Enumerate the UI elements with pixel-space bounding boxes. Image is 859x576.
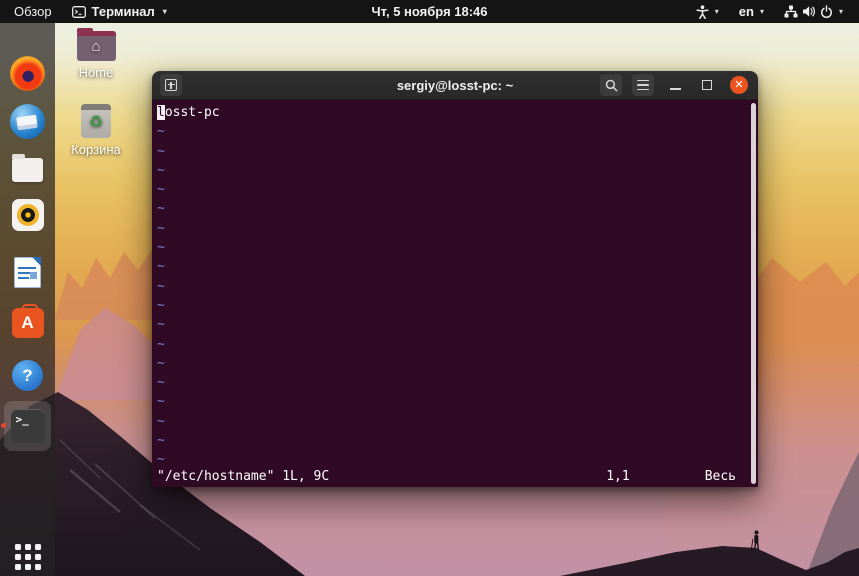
vim-tilde: ~	[157, 259, 165, 275]
home-folder-icon: ⌂	[76, 28, 116, 61]
accessibility-icon	[696, 4, 709, 19]
vim-cursor-position: 1,1	[606, 469, 630, 484]
minimize-button[interactable]	[664, 74, 686, 96]
volume-icon	[802, 5, 816, 18]
chevron-down-icon: ▾	[838, 7, 843, 16]
dock-item-terminal[interactable]: >_	[4, 401, 51, 451]
dock-item-firefox[interactable]	[0, 56, 55, 91]
dock-item-thunderbird[interactable]	[0, 104, 55, 139]
dock: A ? >_	[0, 23, 55, 576]
running-indicator	[1, 423, 6, 428]
thunderbird-icon	[10, 104, 45, 139]
ubuntu-software-icon: A	[11, 304, 44, 338]
power-icon	[820, 4, 833, 19]
libreoffice-writer-icon	[14, 257, 41, 288]
house-icon: ⌂	[91, 37, 101, 55]
vim-file-info: "/etc/hostname" 1L, 9C	[157, 469, 330, 484]
vim-scroll-indicator: Весь	[704, 469, 736, 484]
vim-tilde-lines: ~ ~ ~ ~ ~ ~ ~ ~ ~ ~ ~ ~ ~ ~ ~ ~ ~ ~	[157, 122, 758, 469]
maximize-icon	[702, 80, 712, 90]
files-icon	[12, 154, 43, 182]
vim-tilde: ~	[157, 201, 165, 217]
apps-grid-icon	[14, 544, 41, 570]
search-button[interactable]	[600, 74, 622, 96]
vim-line-1: losst-pc	[157, 103, 758, 122]
desktop-icon-label: Корзина	[71, 142, 121, 157]
dock-item-help[interactable]: ?	[0, 360, 55, 391]
vim-tilde: ~	[157, 220, 165, 236]
headerbar[interactable]: sergiy@losst-pc: ~ ✕	[152, 71, 758, 100]
firefox-icon	[10, 56, 45, 91]
wired-network-icon	[784, 5, 798, 18]
desktop-icon-label: Home	[78, 65, 114, 80]
dock-item-files[interactable]	[0, 153, 55, 182]
close-button[interactable]: ✕	[728, 74, 750, 96]
keyboard-layout-label: en	[738, 4, 754, 19]
vim-tilde: ~	[157, 143, 165, 159]
terminal-icon: >_	[10, 409, 45, 443]
vim-status-line: "/etc/hostname" 1L, 9C 1,1 Весь	[152, 467, 758, 487]
chevron-down-icon: ▾	[759, 7, 764, 16]
vim-tilde: ~	[157, 124, 165, 140]
vim-tilde: ~	[157, 240, 165, 256]
vim-tilde: ~	[157, 182, 165, 198]
vim-tilde: ~	[157, 162, 165, 178]
vim-tilde: ~	[157, 375, 165, 391]
dock-item-ubuntu-software[interactable]: A	[0, 304, 55, 338]
vim-tilde: ~	[157, 297, 165, 313]
vim-tilde: ~	[157, 355, 165, 371]
rhythmbox-icon	[11, 199, 44, 231]
new-tab-icon	[165, 79, 177, 91]
system-status-menu[interactable]: ▾	[778, 4, 849, 19]
desktop-icon-home[interactable]: ⌂ Home	[67, 28, 125, 80]
terminal-scrollbar[interactable]	[751, 103, 756, 484]
vim-tilde: ~	[157, 413, 165, 429]
terminal-window: sergiy@losst-pc: ~ ✕ losst-pc ~ ~ ~ ~ ~ ~ ~ ~ ~ ~…	[152, 71, 758, 487]
vim-line-1-text: osst-pc	[164, 105, 220, 120]
terminal-content[interactable]: losst-pc ~ ~ ~ ~ ~ ~ ~ ~ ~ ~ ~ ~ ~ ~ ~ ~ ~ ~ "/etc/hostna…	[152, 100, 758, 487]
trash-icon: ♻	[81, 104, 111, 138]
show-applications-button[interactable]	[0, 544, 55, 570]
dock-item-libreoffice-writer[interactable]	[0, 257, 55, 288]
keyboard-layout-menu[interactable]: en ▾	[733, 4, 770, 19]
menu-button[interactable]	[632, 74, 654, 96]
vim-tilde: ~	[157, 317, 165, 333]
vim-tilde: ~	[157, 336, 165, 352]
minimize-icon	[669, 88, 681, 90]
vim-tilde: ~	[157, 433, 165, 449]
help-icon: ?	[12, 360, 43, 391]
search-icon	[605, 79, 617, 91]
dock-item-rhythmbox[interactable]	[0, 199, 55, 231]
recycle-icon: ♻	[88, 114, 104, 131]
chevron-down-icon: ▾	[714, 7, 719, 16]
desktop-icon-trash[interactable]: ♻ Корзина	[67, 104, 125, 157]
close-icon: ✕	[730, 76, 748, 94]
vim-cursor: l	[157, 105, 165, 120]
vim-tilde: ~	[157, 278, 165, 294]
hamburger-icon	[637, 80, 649, 90]
vim-tilde: ~	[157, 394, 165, 410]
accessibility-menu[interactable]: ▾	[690, 4, 725, 19]
new-tab-button[interactable]	[160, 74, 182, 96]
maximize-button[interactable]	[696, 74, 718, 96]
top-bar: Чт, 5 ноября 18:46 Обзор Терминал ▾ ▾ en…	[0, 0, 859, 23]
